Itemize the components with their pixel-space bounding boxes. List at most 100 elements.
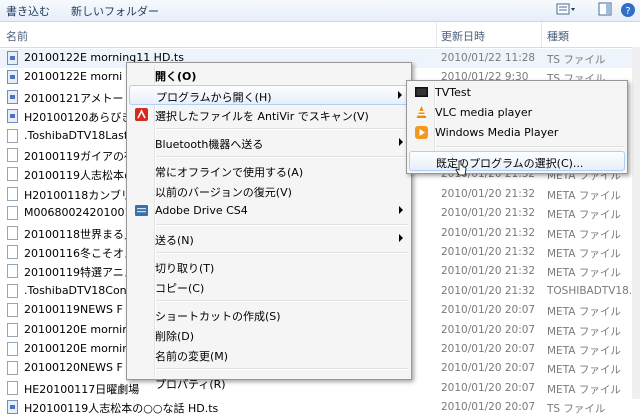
file-icon <box>7 167 18 182</box>
file-type: META ファイル <box>547 248 621 260</box>
file-date: 2010/01/20 21:32 <box>441 284 536 297</box>
file-icon <box>7 264 18 279</box>
menu-item[interactable]: Bluetooth機器へ送る <box>129 133 409 153</box>
file-name: H20100120あらびき <box>24 111 133 125</box>
file-date: 2010/01/20 21:32 <box>441 265 536 278</box>
menu-item[interactable]: 名前の変更(M) <box>129 345 409 365</box>
file-date: 2010/01/20 20:07 <box>441 323 536 336</box>
menu-item-label: 削除(D) <box>155 330 195 343</box>
menu-item-label: 名前の変更(M) <box>155 350 229 363</box>
menu-item[interactable]: TVTest <box>409 83 625 103</box>
file-type: TS ファイル <box>547 403 606 416</box>
file-type: TS ファイル <box>547 54 606 66</box>
vlc-icon <box>415 106 428 119</box>
file-type: META ファイル <box>547 228 621 241</box>
menu-item[interactable]: 既定のプログラムの選択(C)... <box>409 151 625 171</box>
menu-item[interactable]: プロパティ(R) <box>129 373 409 393</box>
view-options-icon[interactable] <box>556 2 576 18</box>
submenu-arrow-icon <box>399 138 403 146</box>
toolbar: 書き込む 新しいフォルダー ? <box>0 0 640 22</box>
menu-item[interactable]: 切り取り(T) <box>129 257 409 277</box>
column-modified[interactable]: 更新日時 <box>441 28 485 44</box>
file-date: 2010/01/20 20:07 <box>441 343 536 355</box>
menu-item[interactable]: Adobe Drive CS4 <box>129 201 409 221</box>
file-type: META ファイル <box>547 306 621 319</box>
file-name: HE20100117日曜劇場 <box>24 382 140 396</box>
file-name: 20100116冬こそオス <box>24 247 135 260</box>
menu-item[interactable]: コピー(C) <box>129 277 409 297</box>
file-date: 2010/01/20 21:32 <box>441 187 536 200</box>
column-divider[interactable] <box>541 22 542 47</box>
svg-text:?: ? <box>625 6 630 17</box>
menu-item-label: 切り取り(T) <box>155 262 215 275</box>
menu-item-label: プロパティ(R) <box>155 378 226 391</box>
burn-button[interactable]: 書き込む <box>6 3 50 19</box>
menu-item[interactable]: VLC media player <box>409 103 625 123</box>
file-icon <box>7 283 18 298</box>
column-header: 名前 更新日時 種類 <box>0 22 640 48</box>
file-name: H20100119人志松本の○○な話 HD.ts <box>24 402 219 416</box>
file-type: META ファイル <box>547 364 621 377</box>
menu-item-label: TVTest <box>435 86 471 99</box>
scrollbar[interactable] <box>632 47 640 399</box>
file-icon <box>7 206 18 221</box>
file-date: 2010/01/20 20:07 <box>441 304 536 317</box>
help-icon[interactable]: ? <box>620 2 636 18</box>
ts-file-icon <box>7 400 18 415</box>
file-icon <box>7 342 18 356</box>
menu-item-label: 以前のバージョンの復元(V) <box>155 186 292 199</box>
file-name: 20100120E mornin <box>24 342 130 355</box>
menu-item-label: ショートカットの作成(S) <box>155 310 281 323</box>
menu-separator <box>436 146 624 148</box>
preview-pane-icon[interactable] <box>598 2 612 18</box>
tvtest-icon <box>415 86 428 99</box>
file-icon <box>7 245 18 259</box>
file-icon <box>7 322 18 337</box>
open-with-submenu: TVTest VLC media player Windows Media Play… <box>406 80 628 174</box>
file-icon <box>7 225 18 240</box>
menu-item[interactable]: 削除(D) <box>129 325 409 345</box>
menu-item[interactable]: 選択したファイルを AntiVir でスキャン(V) <box>129 105 409 125</box>
file-name: 20100119NEWS F <box>24 303 123 317</box>
file-type: META ファイル <box>547 267 621 280</box>
column-name[interactable]: 名前 <box>6 28 28 44</box>
menu-separator <box>156 368 408 370</box>
file-icon <box>7 186 18 201</box>
file-date: 2010/01/20 21:32 <box>441 226 536 239</box>
menu-item-label: 開く(O) <box>155 70 197 83</box>
menu-item-label: プログラムから開く(H) <box>156 91 272 104</box>
ts-file-icon <box>7 70 18 85</box>
menu-item[interactable]: プログラムから開く(H) <box>129 85 409 105</box>
file-type: META ファイル <box>547 383 621 396</box>
file-name: M00680024201001 <box>24 206 132 220</box>
new-folder-button[interactable]: 新しいフォルダー <box>71 3 159 19</box>
menu-item-label: 選択したファイルを AntiVir でスキャン(V) <box>155 110 369 123</box>
wmp-icon <box>415 126 428 139</box>
menu-item[interactable]: 開く(O) <box>129 65 409 85</box>
file-name: 20100118世界まる見 <box>24 227 135 241</box>
menu-item[interactable]: Windows Media Player <box>409 123 625 143</box>
file-type: META ファイル <box>547 209 621 222</box>
menu-separator <box>156 128 408 130</box>
file-type: META ファイル <box>547 345 621 357</box>
menu-item[interactable]: 以前のバージョンの復元(V) <box>129 181 409 201</box>
file-name: 20100120NEWS F <box>24 361 123 375</box>
menu-item[interactable]: ショートカットの作成(S) <box>129 305 409 325</box>
column-type[interactable]: 種類 <box>547 28 569 44</box>
menu-item[interactable]: 送る(N) <box>129 229 409 249</box>
adobe-drive-icon <box>135 204 148 217</box>
menu-separator <box>156 300 408 302</box>
column-divider[interactable] <box>436 22 437 47</box>
menu-item[interactable]: 常にオフラインで使用する(A) <box>129 161 409 181</box>
menu-separator <box>156 224 408 226</box>
file-row[interactable]: H20100119人志松本の○○な話 HD.ts 2010/01/20 20:07… <box>0 398 640 417</box>
context-menu: 開く(O) プログラムから開く(H) 選択したファイルを AntiVir でスキャン… <box>126 62 412 391</box>
file-name: 20100119ガイアの夜 <box>24 150 135 163</box>
submenu-arrow-icon <box>398 91 402 99</box>
menu-item-label: Adobe Drive CS4 <box>155 204 248 217</box>
submenu-arrow-icon <box>399 206 403 214</box>
file-icon <box>7 380 18 395</box>
ts-file-icon <box>7 89 18 104</box>
file-name: 20100119特選アニメ <box>24 266 135 280</box>
menu-item-label: 常にオフラインで使用する(A) <box>155 166 304 179</box>
